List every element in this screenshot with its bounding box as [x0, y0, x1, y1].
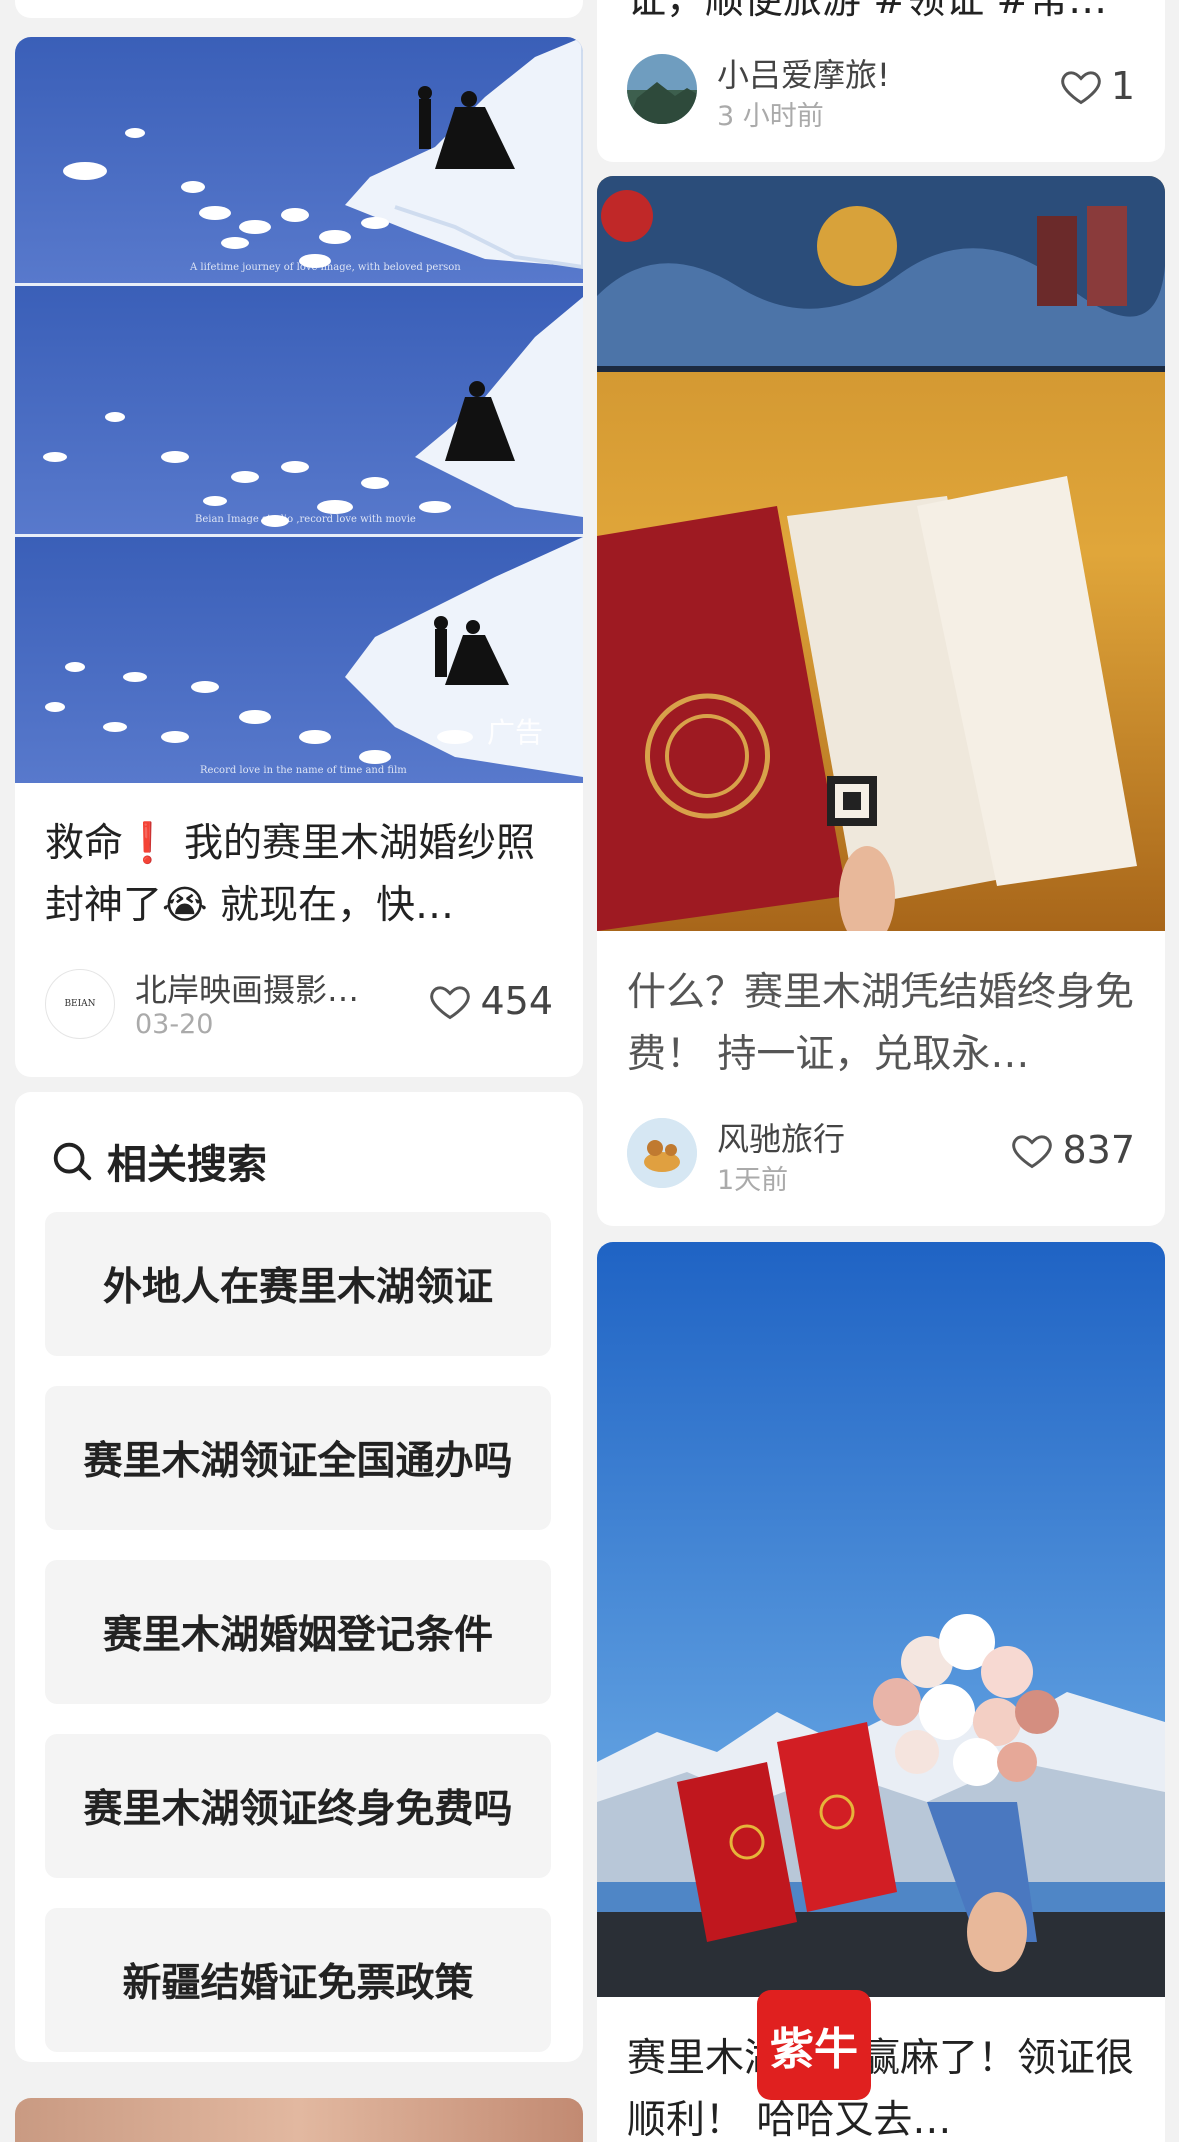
author-name[interactable]: 小吕爱摩旅! — [717, 50, 977, 96]
related-search-card: 相关搜索 外地人在赛里木湖领证 赛里木湖领证全国通办吗 赛里木湖婚姻登记条件 赛… — [15, 1092, 583, 2062]
related-search-header: 相关搜索 — [49, 1132, 267, 1190]
post-time: 3 小时前 — [717, 101, 824, 132]
watermark-text: A lifetime journey of love image, with b… — [190, 262, 461, 273]
like-count: 1 — [1110, 64, 1135, 108]
avatar[interactable] — [627, 1118, 697, 1188]
related-search-item[interactable]: 新疆结婚证免票政策 — [45, 1908, 551, 2052]
floating-logo-badge[interactable]: 紫牛 — [757, 1990, 871, 2100]
related-search-item[interactable]: 外地人在赛里木湖领证 — [45, 1212, 551, 1356]
related-search-item[interactable]: 赛里木湖领证全国通办吗 — [45, 1386, 551, 1530]
search-icon — [53, 1142, 92, 1181]
watermark-text: Beian Image studio ,record love with mov… — [195, 514, 416, 525]
heart-icon — [1012, 1135, 1053, 1169]
feed-card-top-right[interactable]: 证，顺便旅游 #领证 #常… 小吕爱摩旅! 3 小时前 1 — [597, 0, 1165, 162]
card-title: 证，顺便旅游 #领证 #常… — [627, 0, 1108, 23]
cover-image — [15, 2098, 583, 2142]
waterfall-feed: 证，顺便旅游 #领证 #常… 小吕爱摩旅! 3 小时前 1 A lifetime… — [0, 0, 1179, 2142]
related-search-title: 相关搜索 — [107, 1142, 267, 1188]
related-search-item[interactable]: 赛里木湖领证终身免费吗 — [45, 1734, 551, 1878]
like-button[interactable]: 454 — [428, 979, 553, 1023]
feed-card-partial-bottom-left[interactable] — [15, 2098, 583, 2142]
related-search-item[interactable]: 赛里木湖婚姻登记条件 — [45, 1560, 551, 1704]
feed-card[interactable]: 什么？赛里木湖凭结婚终身免费！ 持一证，兑取永… 风驰旅行 1天前 837 — [597, 176, 1165, 1226]
like-count: 454 — [480, 979, 553, 1023]
feed-card-partial-left[interactable] — [15, 0, 583, 18]
card-title[interactable]: 赛里木湖这波赢麻了！领证很顺利！ 哈哈又去… — [627, 2028, 1135, 2142]
ad-label: 广告 — [486, 716, 543, 749]
post-time: 1天前 — [717, 1165, 789, 1196]
watermark-text: Record love in the name of time and film — [200, 765, 407, 776]
cover-image — [597, 176, 1165, 946]
card-title[interactable]: 救命❗ 我的赛里木湖婚纱照封神了😭 就现在，快… — [45, 813, 553, 937]
cover-image: A lifetime journey of love image, with b… — [15, 37, 583, 783]
feed-card-ad[interactable]: A lifetime journey of love image, with b… — [15, 37, 583, 1077]
like-button[interactable]: 837 — [1010, 1128, 1135, 1172]
cover-image — [597, 1242, 1165, 1997]
card-title[interactable]: 什么？赛里木湖凭结婚终身免费！ 持一证，兑取永… — [627, 962, 1135, 1086]
heart-icon — [1061, 71, 1101, 105]
post-time: 03-20 — [135, 1009, 214, 1040]
avatar[interactable] — [627, 54, 697, 124]
author-name[interactable]: 风驰旅行 — [717, 1114, 977, 1160]
heart-icon — [430, 986, 471, 1020]
feed-card[interactable]: 赛里木湖这波赢麻了！领证很顺利！ 哈哈又去… — [597, 1242, 1165, 2142]
avatar[interactable]: BEIAN — [45, 969, 115, 1039]
like-count: 837 — [1062, 1128, 1135, 1172]
like-button[interactable]: 1 — [1059, 64, 1135, 108]
avatar-logo-text: BEIAN — [64, 999, 96, 1009]
author-name[interactable]: 北岸映画摄影… — [135, 965, 405, 1011]
